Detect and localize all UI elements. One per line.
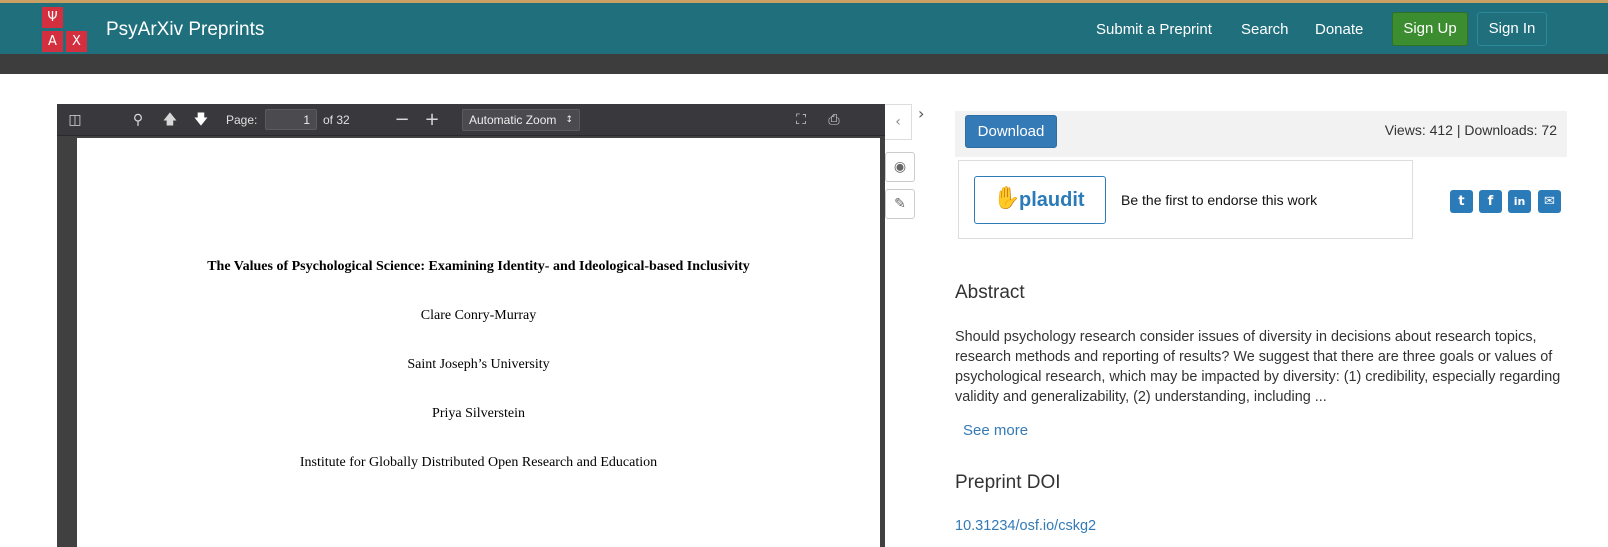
pdf-author-1: Clare Conry-Murray xyxy=(420,308,537,323)
doi-heading: Preprint DOI xyxy=(955,472,1061,493)
print-icon[interactable]: ⎙ xyxy=(825,111,843,129)
plaudit-endorse-button[interactable]: ✋ plaudit xyxy=(974,176,1106,224)
abstract-text: Should psychology research consider issu… xyxy=(955,329,1561,405)
pdf-title: The Values of Psychological Science: Exa… xyxy=(207,259,750,274)
logo-x-cell: X xyxy=(66,31,87,52)
page-count: of 32 xyxy=(323,113,350,127)
plaudit-message: Be the first to endorse this work xyxy=(1121,192,1318,208)
eye-icon[interactable]: ◉ xyxy=(885,152,915,182)
nav-donate[interactable]: Donate xyxy=(1315,21,1363,38)
download-button[interactable]: Download xyxy=(965,115,1057,148)
select-caret-icon: ↕ xyxy=(565,115,573,125)
pdf-page: The Values of Psychological Science: Exa… xyxy=(77,138,880,547)
clapping-hands-icon: ✋ xyxy=(993,186,1021,211)
sign-in-button[interactable]: Sign In xyxy=(1477,12,1547,46)
expand-icon[interactable]: › xyxy=(918,104,924,123)
abstract-heading: Abstract xyxy=(955,282,1025,303)
fullscreen-icon[interactable]: ⛶ xyxy=(792,111,810,129)
plaudit-widget: ✋ plaudit Be the first to endorse this w… xyxy=(958,160,1413,239)
logo-a-cell: A xyxy=(42,31,63,52)
email-icon[interactable]: ✉ xyxy=(1538,190,1561,213)
search-icon[interactable]: ⚲ xyxy=(129,111,147,129)
brand-name[interactable]: PsyArXiv Preprints xyxy=(106,19,264,41)
twitter-icon[interactable]: t xyxy=(1450,190,1473,213)
pdf-affiliation-1: Saint Joseph’s University xyxy=(407,357,550,372)
stats-bar: Download Views: 412 | Downloads: 72 xyxy=(955,111,1567,157)
page-label: Page: xyxy=(226,113,258,127)
nav-submit-preprint[interactable]: Submit a Preprint xyxy=(1096,21,1212,38)
collapse-icon[interactable]: ‹ xyxy=(885,104,912,140)
plaudit-logo-text: plaudit xyxy=(1019,189,1085,211)
psyarxiv-logo[interactable]: Ψ A X xyxy=(42,7,89,52)
facebook-icon[interactable]: f xyxy=(1479,190,1502,213)
nav-search[interactable]: Search xyxy=(1241,21,1289,38)
doi-link[interactable]: 10.31234/osf.io/cskg2 xyxy=(955,518,1096,534)
previous-page-icon[interactable]: 🡅 xyxy=(161,111,179,129)
next-page-icon[interactable]: 🡇 xyxy=(192,111,210,129)
sidebar-toggle-icon[interactable]: ◫ xyxy=(66,111,84,129)
pdf-author-2: Priya Silverstein xyxy=(432,406,525,421)
navbar: Ψ A X PsyArXiv Preprints Submit a Prepri… xyxy=(0,0,1608,54)
pdf-toolbar: ◫ ⚲ 🡅 🡇 Page: of 32 − + Automatic Zoom ↕… xyxy=(57,104,885,136)
pdf-viewer: ◫ ⚲ 🡅 🡇 Page: of 32 − + Automatic Zoom ↕… xyxy=(57,104,885,547)
view-download-stats: Views: 412 | Downloads: 72 xyxy=(1384,122,1557,138)
sub-navbar xyxy=(0,54,1608,74)
sign-up-button[interactable]: Sign Up xyxy=(1392,12,1468,46)
see-more-link[interactable]: See more xyxy=(963,422,1028,439)
zoom-out-icon[interactable]: − xyxy=(393,111,411,129)
page-number-input[interactable] xyxy=(265,109,317,130)
pdf-affiliation-2: Institute for Globally Distributed Open … xyxy=(299,455,658,470)
linkedin-icon[interactable]: in xyxy=(1508,190,1531,213)
zoom-select[interactable]: Automatic Zoom ↕ xyxy=(462,109,580,131)
logo-psi-cell: Ψ xyxy=(42,7,63,28)
zoom-in-icon[interactable]: + xyxy=(423,111,441,129)
note-icon[interactable]: ✎ xyxy=(885,189,915,219)
zoom-value: Automatic Zoom xyxy=(469,113,557,127)
